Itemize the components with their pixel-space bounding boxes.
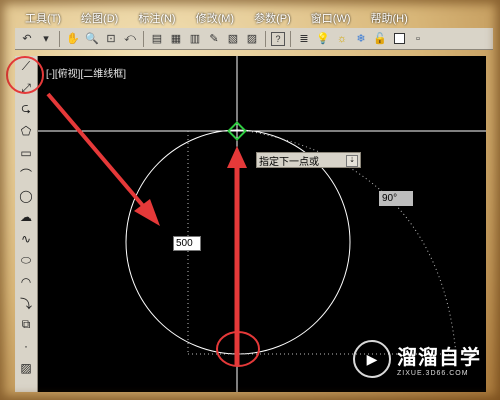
rectangle-icon[interactable]: ▭ (15, 142, 37, 164)
menu-bar: 工具(T) 绘图(D) 标注(N) 修改(M) 参数(P) 窗口(W) 帮助(H… (15, 8, 485, 28)
construction-line-icon[interactable]: ⤢ (15, 78, 37, 100)
ellipse-arc-icon[interactable]: ◠ (15, 271, 37, 293)
undo-icon[interactable]: ↶ (19, 31, 35, 47)
red-arrow-diagonal (46, 92, 152, 216)
zoom-window-icon[interactable]: ⊡ (103, 31, 119, 47)
insert-block-icon[interactable]: ⤵ (15, 293, 37, 315)
quickcalc-icon[interactable]: ▨ (244, 31, 260, 47)
menu-help[interactable]: 帮助(H) (361, 8, 418, 28)
menu-modify[interactable]: 修改(M) (186, 8, 245, 28)
toolbar-divider (143, 30, 144, 47)
polyline-icon[interactable]: ⮎ (15, 99, 37, 121)
angle-readout: 90° (379, 191, 413, 206)
ellipse-icon[interactable]: ⬭ (15, 250, 37, 272)
standard-toolbar: ↶ ▾ ✋ 🔍 ⊡ ⤺ ▤ ▦ ▥ ✎ ▧ ▨ ? ≣ 💡 ☼ ❄ 🔓 ▫ (15, 28, 493, 50)
markup-icon[interactable]: ✎ (206, 31, 222, 47)
freeze-icon[interactable]: ❄ (353, 31, 369, 47)
arc-icon[interactable]: ⌒ (15, 164, 37, 186)
tool-palettes-icon[interactable]: ▥ (187, 31, 203, 47)
revision-cloud-icon[interactable]: ☁ (15, 207, 37, 229)
make-block-icon[interactable]: ⧉ (15, 314, 37, 336)
help-icon[interactable]: ? (271, 31, 285, 46)
color-square-icon[interactable] (391, 31, 407, 47)
line-icon[interactable]: ⟋ (15, 56, 37, 78)
toolbar-divider (290, 30, 291, 47)
design-center-icon[interactable]: ▦ (168, 31, 184, 47)
polygon-icon[interactable]: ⬠ (15, 121, 37, 143)
bulb-icon[interactable]: 💡 (315, 31, 331, 47)
circle-icon[interactable]: ◯ (15, 185, 37, 207)
zoom-realtime-icon[interactable]: 🔍 (84, 31, 100, 47)
toolbar-divider (265, 30, 266, 47)
menu-draw[interactable]: 绘图(D) (71, 8, 128, 28)
spline-icon[interactable]: ∿ (15, 228, 37, 250)
point-icon[interactable]: · (15, 336, 37, 358)
pan-hand-icon[interactable]: ✋ (65, 31, 81, 47)
zoom-previous-icon[interactable]: ⤺ (122, 31, 138, 47)
lock-icon[interactable]: 🔓 (372, 31, 388, 47)
watermark: ▶ 溜溜自学 ZIXUE.3D66.COM (353, 336, 481, 382)
command-prompt-tooltip: 指定下一点或 ⇣ (256, 152, 361, 168)
watermark-play-icon: ▶ (353, 340, 391, 378)
layer-properties-icon[interactable]: ≣ (296, 31, 312, 47)
redo-dropdown-icon[interactable]: ▾ (38, 31, 54, 47)
draw-tool-palette: ⟋ ⤢ ⮎ ⬠ ▭ ⌒ ◯ ☁ ∿ ⬭ ◠ ⤵ ⧉ · ▨ (15, 56, 38, 392)
drawing-canvas[interactable]: [-][俯视][二维线框] 指定下一点或 ⇣ 90° 500 ▶ 溜溜自学 ZI… (38, 56, 486, 392)
sun-icon[interactable]: ☼ (334, 31, 350, 47)
menu-dimension[interactable]: 标注(N) (128, 8, 185, 28)
toolbar-divider (59, 30, 60, 47)
watermark-subtitle: ZIXUE.3D66.COM (397, 370, 469, 377)
watermark-title: 溜溜自学 (397, 347, 481, 369)
hatch-icon[interactable]: ▨ (15, 357, 37, 379)
red-arrowhead-diagonal (134, 199, 160, 226)
length-input[interactable]: 500 (173, 236, 201, 251)
menu-parametric[interactable]: 参数(P) (244, 8, 301, 28)
menu-window[interactable]: 窗口(W) (301, 8, 361, 28)
red-arrowhead-vertical (227, 146, 247, 168)
properties-icon[interactable]: ▤ (149, 31, 165, 47)
layer-dropdown-icon[interactable]: ▫ (410, 31, 426, 47)
sheet-set-icon[interactable]: ▧ (225, 31, 241, 47)
prompt-options-button[interactable]: ⇣ (346, 155, 358, 167)
prompt-text: 指定下一点或 (259, 156, 319, 168)
menu-tools[interactable]: 工具(T) (15, 8, 71, 28)
